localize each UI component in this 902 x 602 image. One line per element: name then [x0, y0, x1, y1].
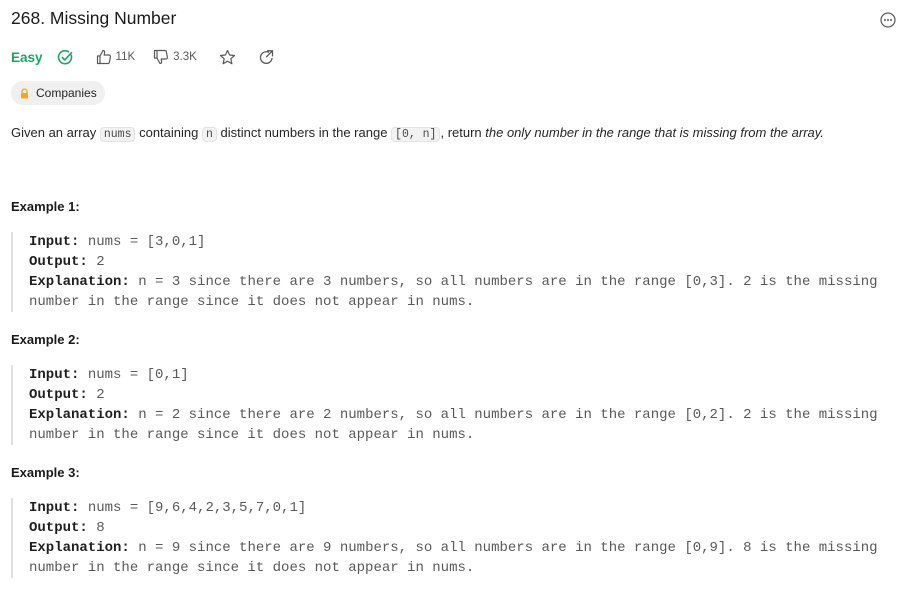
- input-value: nums = [0,1]: [79, 367, 189, 383]
- example-heading: Example 2:: [11, 332, 80, 347]
- explanation-text: n = 2 since there are 2 numbers, so all …: [129, 407, 878, 423]
- companies-tag[interactable]: Companies: [11, 81, 105, 105]
- example-heading: Example 3:: [11, 465, 80, 480]
- problem-page: 268. Missing Number Easy 11K 3.3K Compan…: [0, 0, 902, 602]
- explanation-label: Explanation:: [29, 540, 130, 556]
- share-icon: [259, 49, 273, 64]
- desc-text: Given an array: [11, 125, 100, 140]
- thumbs-up-icon: [96, 49, 111, 65]
- inline-code: n: [201, 127, 217, 142]
- explanation-text: number in the range since it does not ap…: [29, 560, 475, 576]
- desc-text: , return: [440, 125, 486, 140]
- explanation-label: Explanation:: [29, 407, 130, 423]
- problem-meta-bar: Easy 11K 3.3K: [11, 46, 275, 68]
- companies-label: Companies: [36, 86, 97, 100]
- more-options-button[interactable]: [879, 11, 897, 29]
- desc-text: containing: [135, 125, 202, 140]
- example-block: Input: nums = [9,6,4,2,3,5,7,0,1] Output…: [11, 498, 891, 578]
- like-count: 11K: [115, 51, 136, 63]
- output-label: Output:: [29, 254, 88, 270]
- example-block: Input: nums = [0,1] Output: 2 Explanatio…: [11, 365, 891, 445]
- example-block: Input: nums = [3,0,1] Output: 2 Explanat…: [11, 232, 891, 312]
- desc-emphasis: the only number in the range that is mis…: [485, 125, 824, 140]
- input-label: Input:: [29, 367, 80, 383]
- problem-title: 268. Missing Number: [11, 8, 177, 28]
- problem-description: Given an array nums containing n distinc…: [11, 124, 891, 144]
- share-button[interactable]: [258, 49, 275, 66]
- input-label: Input:: [29, 234, 80, 250]
- inline-code: [0, n]: [391, 127, 441, 142]
- inline-code: nums: [99, 127, 136, 142]
- output-value: 2: [87, 254, 105, 270]
- check-circle-icon: [57, 49, 72, 65]
- difficulty-badge: Easy: [11, 49, 43, 65]
- output-label: Output:: [29, 387, 88, 403]
- favorite-button[interactable]: [219, 49, 236, 66]
- like-button[interactable]: 11K: [96, 49, 136, 65]
- explanation-text: n = 9 since there are 9 numbers, so all …: [129, 540, 878, 556]
- thumbs-down-icon: [154, 49, 169, 65]
- dislike-count: 3.3K: [173, 51, 197, 63]
- explanation-text: n = 3 since there are 3 numbers, so all …: [129, 274, 878, 290]
- output-value: 8: [87, 520, 105, 536]
- input-value: nums = [3,0,1]: [79, 234, 206, 250]
- more-icon: [880, 12, 896, 28]
- explanation-label: Explanation:: [29, 274, 130, 290]
- output-value: 2: [87, 387, 105, 403]
- input-label: Input:: [29, 500, 80, 516]
- input-value: nums = [9,6,4,2,3,5,7,0,1]: [79, 500, 307, 516]
- explanation-text: number in the range since it does not ap…: [29, 427, 475, 443]
- example-heading: Example 1:: [11, 199, 80, 214]
- solved-indicator: [57, 49, 74, 66]
- output-label: Output:: [29, 520, 88, 536]
- explanation-text: number in the range since it does not ap…: [29, 294, 475, 310]
- desc-text: distinct numbers in the range: [216, 125, 392, 140]
- lock-icon: [19, 87, 30, 99]
- star-icon: [219, 49, 235, 64]
- dislike-button[interactable]: 3.3K: [153, 49, 197, 65]
